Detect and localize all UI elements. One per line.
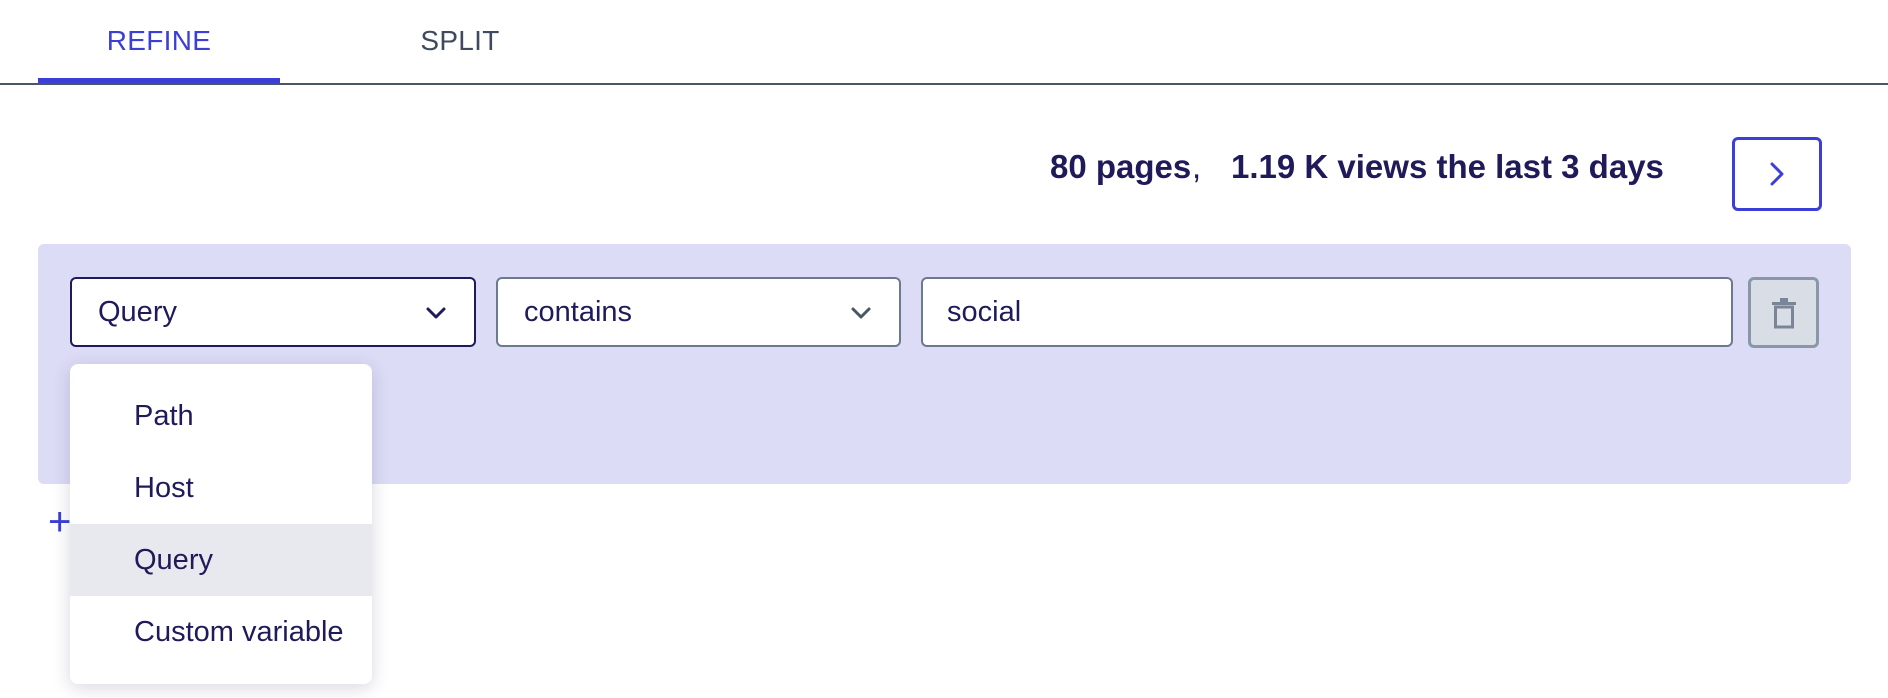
dropdown-option-custom-variable[interactable]: Custom variable bbox=[70, 596, 372, 668]
dropdown-option-host[interactable]: Host bbox=[70, 452, 372, 524]
operator-select[interactable]: contains bbox=[496, 277, 901, 347]
dropdown-option-query[interactable]: Query bbox=[70, 524, 372, 596]
delete-condition-button[interactable] bbox=[1748, 277, 1819, 348]
dropdown-option-path[interactable]: Path bbox=[70, 380, 372, 452]
trash-icon bbox=[1771, 297, 1796, 328]
pages-count: 80 pages bbox=[1050, 148, 1192, 185]
next-button[interactable] bbox=[1732, 137, 1822, 211]
chevron-down-icon bbox=[426, 307, 446, 319]
chevron-right-icon bbox=[1770, 162, 1784, 186]
add-filter-button[interactable]: + bbox=[48, 500, 71, 545]
filter-value-input[interactable] bbox=[921, 277, 1733, 347]
operator-select-value: contains bbox=[524, 295, 633, 328]
chevron-down-icon bbox=[851, 307, 871, 319]
stats-separator: , bbox=[1192, 148, 1202, 185]
field-dropdown-menu: Path Host Query Custom variable bbox=[70, 364, 372, 684]
tab-split[interactable]: SPLIT bbox=[380, 0, 540, 81]
field-select-value: Query bbox=[98, 295, 177, 328]
tab-refine[interactable]: REFINE bbox=[38, 0, 280, 83]
tab-bar: REFINE SPLIT bbox=[0, 0, 1888, 85]
views-summary: 1.19 K views the last 3 days bbox=[1231, 148, 1664, 185]
field-select[interactable]: Query bbox=[70, 277, 476, 347]
